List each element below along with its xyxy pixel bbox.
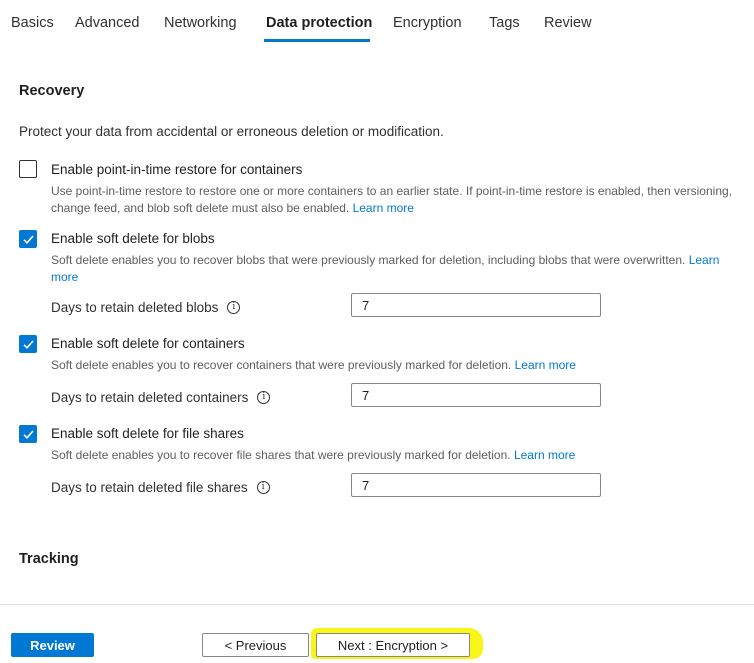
checkmark-icon [23, 235, 34, 244]
containers-learn-more-link[interactable]: Learn more [515, 358, 576, 372]
fileshares-days-label-text: Days to retain deleted file shares [51, 480, 248, 495]
previous-button[interactable]: < Previous [202, 633, 309, 657]
fileshares-soft-delete-label: Enable soft delete for file shares [51, 426, 244, 441]
fileshares-soft-delete-description: Soft delete enables you to recover file … [51, 447, 741, 464]
info-icon[interactable]: i [257, 390, 271, 404]
tab-bar: Basics Advanced Networking Data protecti… [0, 0, 754, 44]
fileshares-soft-delete-checkbox[interactable] [19, 425, 37, 443]
fileshares-days-input[interactable] [351, 473, 601, 497]
blobs-days-input[interactable] [351, 293, 601, 317]
blobs-soft-delete-description: Soft delete enables you to recover blobs… [51, 252, 741, 286]
pitr-checkbox[interactable] [19, 160, 37, 178]
containers-soft-delete-description: Soft delete enables you to recover conta… [51, 357, 741, 374]
pitr-description: Use point-in-time restore to restore one… [51, 183, 741, 217]
containers-days-label: Days to retain deleted containers i [51, 390, 271, 405]
tab-tags[interactable]: Tags [489, 15, 520, 31]
data-protection-page: Basics Advanced Networking Data protecti… [0, 0, 754, 663]
checkmark-icon [23, 340, 34, 349]
containers-description-text: Soft delete enables you to recover conta… [51, 358, 512, 372]
pitr-learn-more-link[interactable]: Learn more [353, 201, 414, 215]
review-button[interactable]: Review [11, 633, 94, 657]
info-icon[interactable]: i [256, 480, 270, 494]
fileshares-days-label: Days to retain deleted file shares i [51, 480, 270, 495]
tab-basics[interactable]: Basics [11, 15, 54, 31]
tab-advanced[interactable]: Advanced [75, 15, 140, 31]
recovery-intro: Protect your data from accidental or err… [19, 124, 444, 139]
recovery-heading: Recovery [19, 83, 85, 99]
blobs-days-label-text: Days to retain deleted blobs [51, 300, 219, 315]
containers-soft-delete-label: Enable soft delete for containers [51, 336, 245, 351]
containers-days-input[interactable] [351, 383, 601, 407]
blobs-days-label: Days to retain deleted blobs i [51, 300, 241, 315]
tab-review[interactable]: Review [544, 15, 592, 31]
info-icon[interactable]: i [227, 300, 241, 314]
pitr-label: Enable point-in-time restore for contain… [51, 162, 303, 177]
blobs-soft-delete-checkbox[interactable] [19, 230, 37, 248]
next-encryption-button[interactable]: Next : Encryption > [316, 633, 470, 657]
footer-divider [0, 604, 754, 605]
containers-days-label-text: Days to retain deleted containers [51, 390, 249, 405]
active-tab-indicator [264, 39, 370, 42]
tracking-heading: Tracking [19, 551, 79, 567]
fileshares-learn-more-link[interactable]: Learn more [514, 448, 575, 462]
tab-encryption[interactable]: Encryption [393, 15, 462, 31]
checkmark-icon [23, 430, 34, 439]
tab-data-protection[interactable]: Data protection [266, 15, 372, 31]
blobs-description-text: Soft delete enables you to recover blobs… [51, 253, 686, 267]
fileshares-description-text: Soft delete enables you to recover file … [51, 448, 511, 462]
containers-soft-delete-checkbox[interactable] [19, 335, 37, 353]
tab-networking[interactable]: Networking [164, 15, 237, 31]
blobs-soft-delete-label: Enable soft delete for blobs [51, 231, 215, 246]
